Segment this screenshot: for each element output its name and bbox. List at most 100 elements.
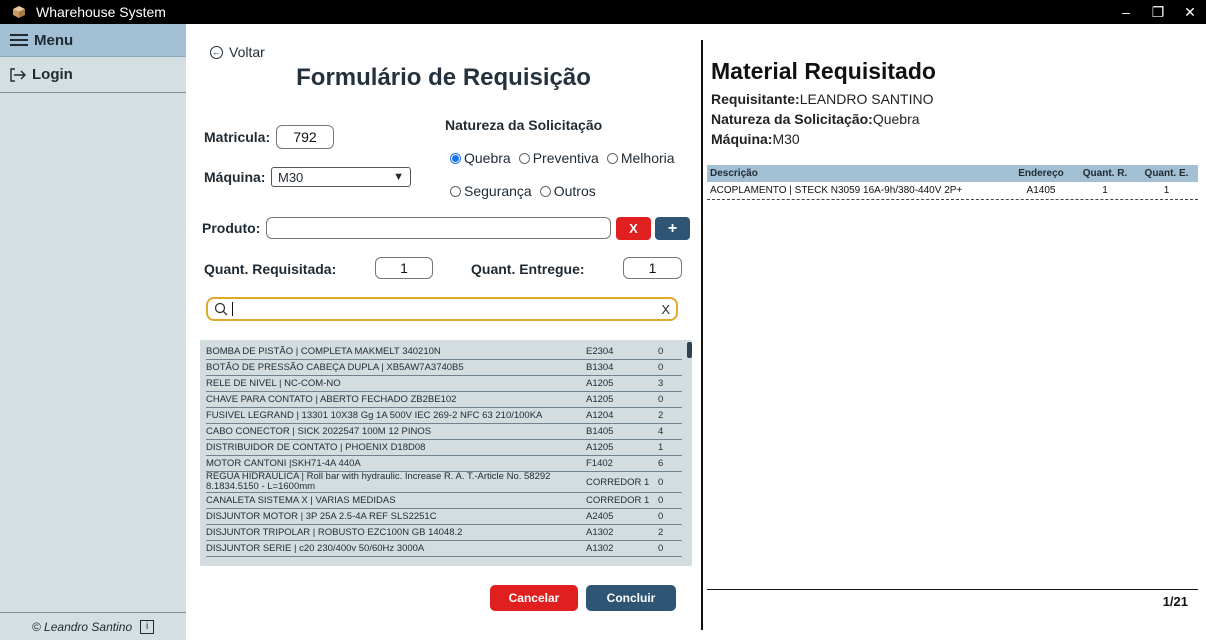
item-description: CABO CONECTOR | SICK 2022547 100M 12 PIN… <box>206 425 432 437</box>
item-address: B1304 <box>586 362 614 373</box>
list-item[interactable]: CANALETA SISTEMA X | VARIAS MEDIDAS CORRE… <box>206 493 682 509</box>
item-description: DISTRIBUIDOR DE CONTATO | PHOENIX D18D08 <box>206 441 426 453</box>
item-quantity: 3 <box>658 378 664 389</box>
item-quantity: 4 <box>658 426 664 437</box>
item-address: B1405 <box>586 426 614 437</box>
sidebar-menu-toggle[interactable]: Menu <box>0 24 186 57</box>
radio-quebra[interactable]: Quebra <box>450 150 511 166</box>
add-produto-button[interactable]: + <box>655 217 690 240</box>
requisitante-value: LEANDRO SANTINO <box>799 91 934 107</box>
text-caret <box>232 302 233 316</box>
item-description: FUSIVEL LEGRAND | 13301 10X38 Gg 1A 500V… <box>206 409 543 421</box>
search-clear-button[interactable]: X <box>661 302 670 317</box>
quant-ent-input[interactable]: 1 <box>623 257 682 279</box>
back-label: Voltar <box>229 44 265 60</box>
sidebar-item-login[interactable]: Login <box>0 57 186 93</box>
requisitante-label: Requisitante: <box>711 91 800 107</box>
list-item[interactable]: DISJUNTOR MOTOR | 3P 25A 2.5-4A REF SLS2… <box>206 509 682 525</box>
window-title: Wharehouse System <box>36 4 166 20</box>
item-description: DISJUNTOR SERIE | c20 230/400v 50/60Hz 3… <box>206 542 425 554</box>
item-description: DISJUNTOR MOTOR | 3P 25A 2.5-4A REF SLS2… <box>206 510 437 522</box>
list-scrollbar[interactable] <box>687 342 692 358</box>
list-item[interactable]: DISJUNTOR SERIE | c20 230/400v 50/60Hz 3… <box>206 541 682 557</box>
radio-dot <box>606 152 618 164</box>
item-description: DISJUNTOR TRIPOLAR | ROBUSTO EZC100N GB … <box>206 526 463 538</box>
back-link[interactable]: ← Voltar <box>210 44 265 60</box>
info-icon[interactable]: i <box>140 619 155 634</box>
list-item[interactable]: CABO CONECTOR | SICK 2022547 100M 12 PIN… <box>206 424 682 440</box>
radio-melhoria[interactable]: Melhoria <box>606 150 675 166</box>
radio-preventiva[interactable]: Preventiva <box>518 150 599 166</box>
natureza-info-label: Natureza da Solicitação: <box>711 111 873 127</box>
produto-input[interactable] <box>266 217 611 239</box>
col-quant-r: Quant. R. <box>1082 168 1128 179</box>
list-item[interactable]: MOTOR CANTONI |SKH71-4A 440A F1402 6 <box>206 456 682 472</box>
radio-outros[interactable]: Outros <box>539 183 596 199</box>
copyright-text: © Leandro Santino <box>31 619 133 634</box>
table-row[interactable]: ACOPLAMENTO | STECK N3059 16A-9h/380-440… <box>707 182 1198 200</box>
hamburger-icon <box>10 34 28 46</box>
cancel-button[interactable]: Cancelar <box>490 585 578 611</box>
maquina-info: Máquina:M30 <box>711 131 800 147</box>
list-item[interactable]: CHAVE PARA CONTATO | ABERTO FECHADO ZB2B… <box>206 392 682 408</box>
natureza-label: Natureza da Solicitação <box>445 117 603 133</box>
panel-title: Material Requisitado <box>711 58 936 84</box>
item-address: A1205 <box>586 442 614 453</box>
natureza-radios-row2: Segurança Outros <box>450 183 604 199</box>
quant-req-input[interactable]: 1 <box>375 257 433 279</box>
clear-produto-button[interactable]: X <box>616 217 651 240</box>
list-item[interactable]: DISJUNTOR TRIPOLAR | ROBUSTO EZC100N GB … <box>206 525 682 541</box>
item-quantity: 0 <box>658 511 664 522</box>
radio-dot <box>539 185 551 197</box>
item-address: A1302 <box>586 543 614 554</box>
sidebar-menu-label: Menu <box>34 31 74 49</box>
radio-seguranca[interactable]: Segurança <box>450 183 532 199</box>
sidebar-footer: © Leandro Santino i <box>0 612 186 640</box>
item-address: F1402 <box>586 458 613 469</box>
maquina-select[interactable]: M30 ▼ <box>271 167 411 187</box>
matricula-input[interactable]: 792 <box>276 125 334 149</box>
minimize-button[interactable]: – <box>1110 0 1142 24</box>
material-panel: Material Requisitado Requisitante:LEANDR… <box>703 24 1206 640</box>
item-address: A1302 <box>586 527 614 538</box>
item-quantity: 0 <box>658 394 664 405</box>
item-quantity: 0 <box>658 543 664 554</box>
item-address: A1205 <box>586 378 614 389</box>
box-icon <box>13 6 25 18</box>
confirm-button[interactable]: Concluir <box>586 585 676 611</box>
item-address: CORREDOR 1 <box>586 476 650 488</box>
product-rows: BOMBA DE PISTÃO | COMPLETA MAKMELT 34021… <box>206 344 682 557</box>
col-endereco: Endereço <box>1018 168 1064 179</box>
natureza-info-value: Quebra <box>872 111 920 127</box>
item-quantity: 0 <box>658 346 664 357</box>
restore-button[interactable]: ❐ <box>1142 0 1174 24</box>
list-item[interactable]: RELE DE NIVEL | NC-COM-NO A1205 3 <box>206 376 682 392</box>
requested-table: Descrição Endereço Quant. R. Quant. E. A… <box>707 165 1198 200</box>
item-description: BOMBA DE PISTÃO | COMPLETA MAKMELT 34021… <box>206 345 441 357</box>
item-address: E2304 <box>586 346 614 357</box>
item-description: REGUA HIDRAULICA | Roll bar with hydraul… <box>206 471 551 492</box>
item-quantity: 6 <box>658 458 664 469</box>
arrow-left-icon: ← <box>210 45 223 59</box>
list-item[interactable]: FUSIVEL LEGRAND | 13301 10X38 Gg 1A 500V… <box>206 408 682 424</box>
radio-label: Quebra <box>464 150 511 166</box>
title-bar: Wharehouse System – ❐ ✕ <box>0 0 1206 24</box>
maquina-label: Máquina: <box>204 169 266 185</box>
item-description: CANALETA SISTEMA X | VARIAS MEDIDAS <box>206 494 396 506</box>
list-item[interactable]: BOMBA DE PISTÃO | COMPLETA MAKMELT 34021… <box>206 344 682 360</box>
search-box[interactable]: X <box>206 297 678 321</box>
list-item[interactable]: BOTÃO DE PRESSÃO CABEÇA DUPLA | XB5AW7A3… <box>206 360 682 376</box>
list-item[interactable]: REGUA HIDRAULICA | Roll bar with hydraul… <box>206 472 682 493</box>
sidebar: Menu Login © Leandro Santino i <box>0 24 186 640</box>
maquina-selected: M30 <box>278 169 304 185</box>
list-item[interactable]: DISTRIBUIDOR DE CONTATO | PHOENIX D18D08… <box>206 440 682 456</box>
quant-req-label: Quant. Requisitada: <box>204 261 337 277</box>
item-description: BOTÃO DE PRESSÃO CABEÇA DUPLA | XB5AW7A3… <box>206 361 464 373</box>
item-address: A2405 <box>586 511 614 522</box>
close-button[interactable]: ✕ <box>1174 0 1206 24</box>
item-address: A1204 <box>586 410 614 421</box>
product-list[interactable]: BOMBA DE PISTÃO | COMPLETA MAKMELT 34021… <box>200 340 692 566</box>
radio-dot <box>450 185 461 197</box>
requisitante-info: Requisitante:LEANDRO SANTINO <box>711 91 934 107</box>
page-indicator: 1/21 <box>1162 594 1188 609</box>
